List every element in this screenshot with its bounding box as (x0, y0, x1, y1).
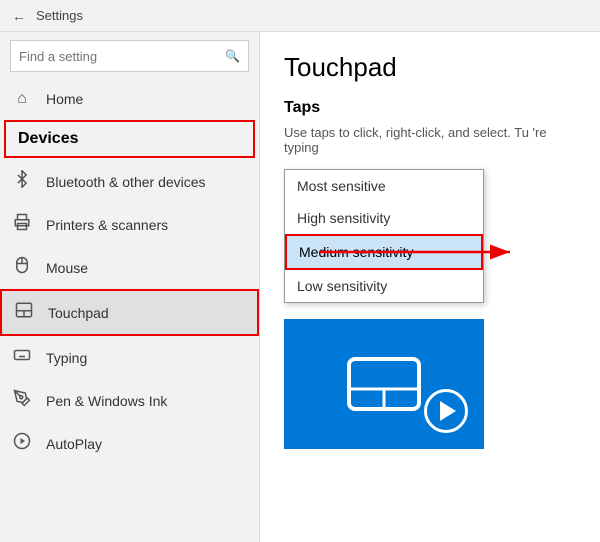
title-bar-title: Settings (36, 8, 83, 23)
sidebar-item-autoplay-label: AutoPlay (46, 436, 102, 452)
play-triangle-icon (440, 401, 456, 421)
search-icon: 🔍 (225, 49, 240, 63)
main-layout: 🔍 ⌂ Home Devices Bluetooth & other devic… (0, 32, 600, 542)
sidebar-item-home-label: Home (46, 91, 83, 107)
sidebar-item-touchpad[interactable]: Touchpad (0, 289, 259, 336)
search-input[interactable] (19, 49, 225, 64)
sidebar-item-pen[interactable]: Pen & Windows Ink (0, 379, 259, 422)
touchpad-icon (14, 301, 34, 324)
touchpad-video-icon (344, 354, 424, 414)
back-button[interactable]: ← (12, 8, 26, 24)
dropdown-item-medium-sensitivity[interactable]: Medium sensitivity (285, 234, 483, 270)
sidebar-item-typing[interactable]: Typing (0, 336, 259, 379)
sidebar-item-touchpad-label: Touchpad (48, 305, 109, 321)
dropdown-item-most-sensitive[interactable]: Most sensitive (285, 170, 483, 202)
sensitivity-dropdown[interactable]: Most sensitive High sensitivity Medium s… (284, 169, 484, 303)
sidebar-item-printers-label: Printers & scanners (46, 217, 168, 233)
sidebar-item-bluetooth-label: Bluetooth & other devices (46, 174, 206, 190)
play-button[interactable] (424, 389, 468, 433)
sidebar-item-autoplay[interactable]: AutoPlay (0, 422, 259, 465)
description-text: Use taps to click, right-click, and sele… (284, 125, 576, 155)
page-title: Touchpad (284, 52, 576, 83)
content-area: Touchpad Taps Use taps to click, right-c… (260, 32, 600, 542)
sidebar-item-mouse[interactable]: Mouse (0, 246, 259, 289)
dropdown-list: Most sensitive High sensitivity Medium s… (284, 169, 484, 303)
dropdown-item-low-sensitivity[interactable]: Low sensitivity (285, 270, 483, 302)
sidebar-item-home[interactable]: ⌂ Home (0, 80, 259, 118)
sidebar-devices-section: Devices (4, 120, 255, 158)
sidebar-item-mouse-label: Mouse (46, 260, 88, 276)
sidebar-item-bluetooth[interactable]: Bluetooth & other devices (0, 160, 259, 203)
pen-icon (12, 389, 32, 412)
bluetooth-icon (12, 170, 32, 193)
printer-icon (12, 213, 32, 236)
sidebar: 🔍 ⌂ Home Devices Bluetooth & other devic… (0, 32, 260, 542)
search-box[interactable]: 🔍 (10, 40, 249, 72)
mouse-icon (12, 256, 32, 279)
title-bar: ← Settings (0, 0, 600, 32)
devices-label-text: Devices (18, 130, 79, 148)
sidebar-item-typing-label: Typing (46, 350, 87, 366)
section-title: Taps (284, 99, 576, 117)
sidebar-item-pen-label: Pen & Windows Ink (46, 393, 167, 409)
home-icon: ⌂ (12, 90, 32, 108)
video-thumbnail[interactable] (284, 319, 484, 449)
dropdown-item-high-sensitivity[interactable]: High sensitivity (285, 202, 483, 234)
sidebar-item-printers[interactable]: Printers & scanners (0, 203, 259, 246)
keyboard-icon (12, 346, 32, 369)
autoplay-icon (12, 432, 32, 455)
